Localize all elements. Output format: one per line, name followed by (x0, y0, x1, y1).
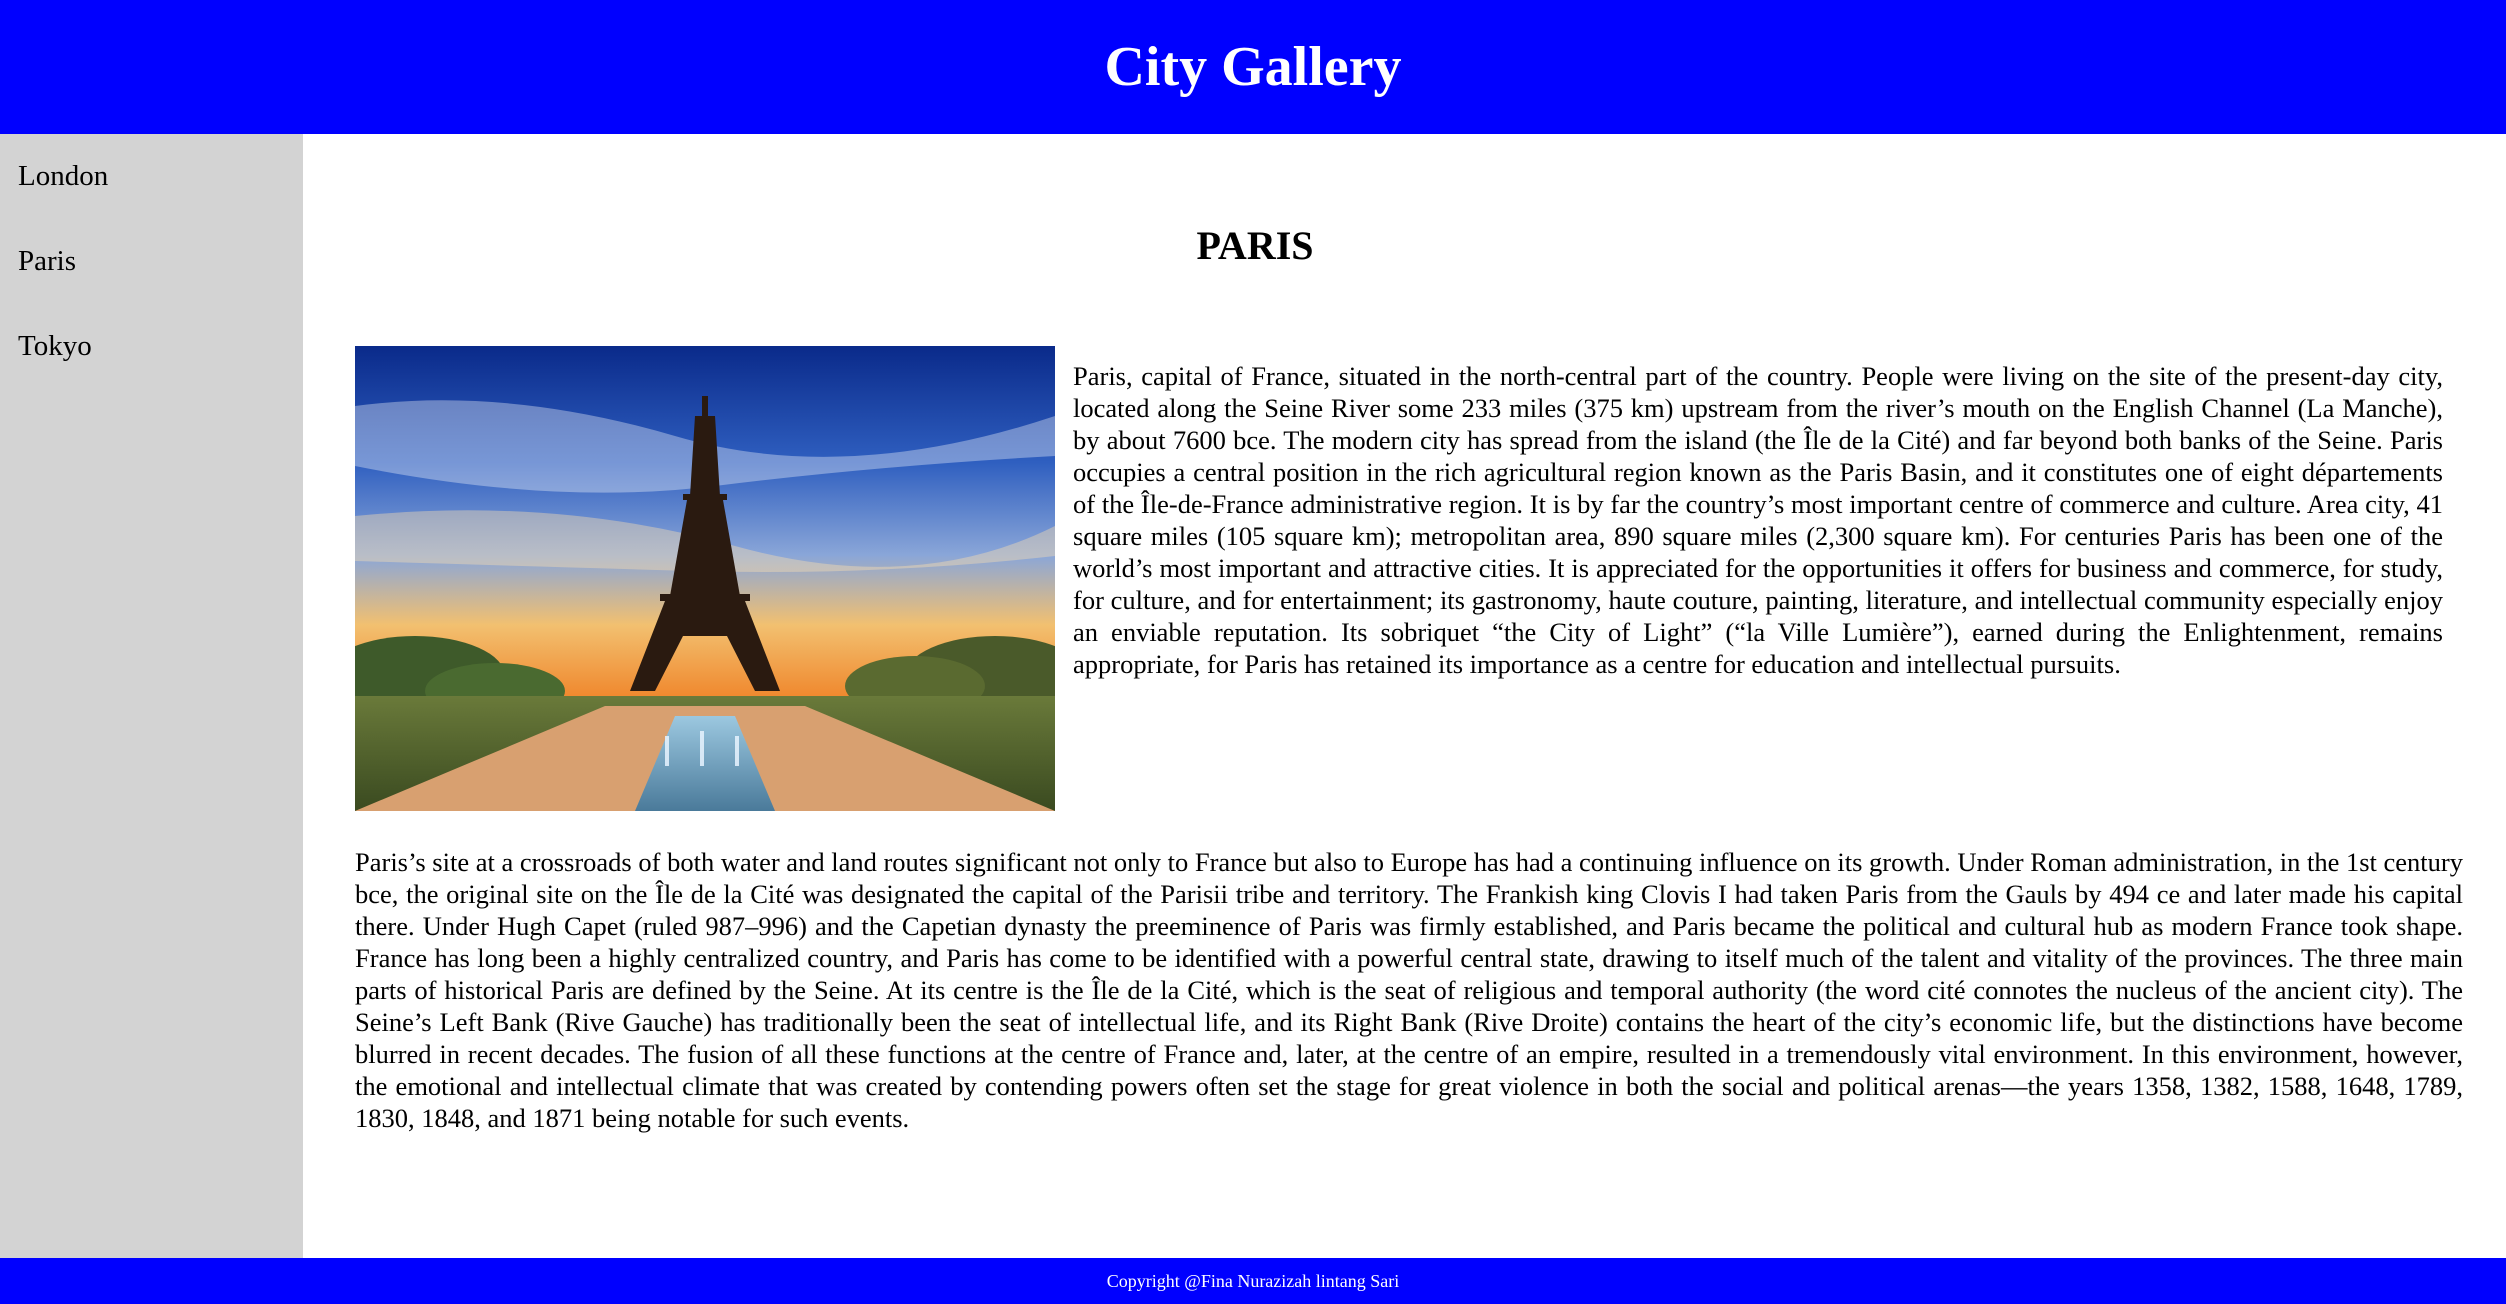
site-title: City Gallery (1104, 36, 1402, 98)
sidebar-nav: London Paris Tokyo (0, 134, 303, 1258)
site-header: City Gallery (0, 0, 2506, 134)
site-footer: Copyright @Fina Nurazizah lintang Sari (0, 1258, 2506, 1304)
intro-paragraph: Paris, capital of France, situated in th… (1073, 361, 2443, 679)
sidebar-item-paris[interactable]: Paris (0, 219, 303, 304)
city-heading: PARIS (1196, 223, 1314, 268)
history-paragraph: Paris’s site at a crossroads of both wat… (355, 847, 2463, 1133)
sidebar-item-tokyo[interactable]: Tokyo (0, 304, 303, 389)
copyright-text: Copyright @Fina Nurazizah lintang Sari (1106, 1270, 1400, 1291)
eiffel-tower-image (355, 346, 1055, 811)
city-menu: London Paris Tokyo (0, 134, 303, 389)
main-content: PARIS Paris, capital of France, situated… (355, 134, 2463, 1258)
sidebar-item-london[interactable]: London (0, 134, 303, 219)
